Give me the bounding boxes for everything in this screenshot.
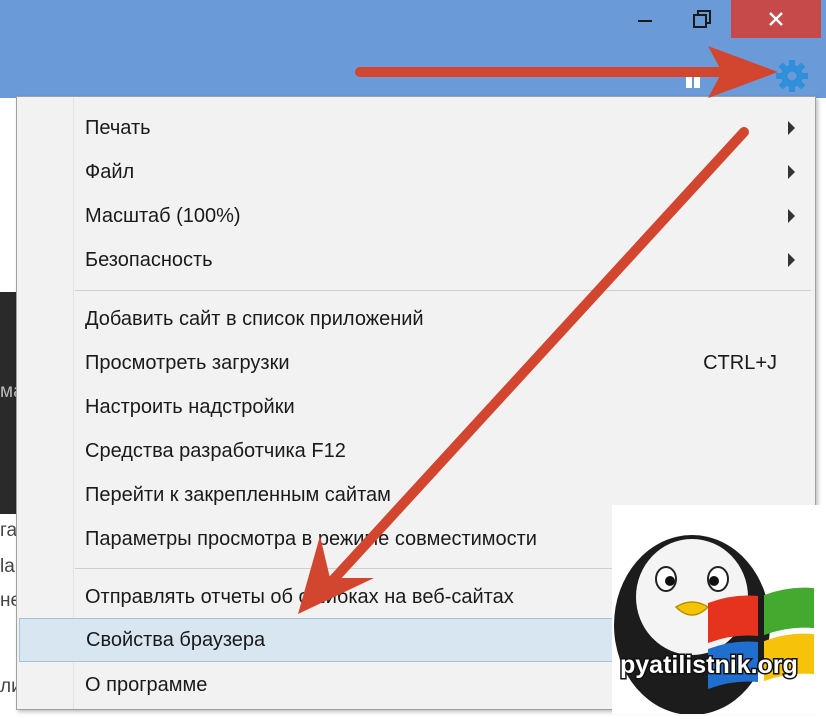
menu-item-shortcut: CTRL+J [703, 351, 777, 374]
menu-item-view-downloads[interactable]: Просмотреть загрузки CTRL+J [19, 341, 813, 385]
minimize-icon [638, 20, 652, 22]
menu-item-manage-addons[interactable]: Настроить надстройки [19, 385, 813, 429]
menu-item-label: Настроить надстройки [85, 395, 295, 418]
menu-item-label: Перейти к закрепленным сайтам [85, 483, 391, 506]
menu-separator [75, 290, 811, 291]
minimize-button[interactable] [622, 0, 668, 38]
menu-item-developer-tools[interactable]: Средства разработчика F12 [19, 429, 813, 473]
menu-item-add-site-to-apps[interactable]: Добавить сайт в список приложений [19, 297, 813, 341]
menu-item-label: Параметры просмотра в режиме совместимос… [85, 527, 537, 550]
menu-item-label: Безопасность [85, 248, 213, 271]
close-icon [769, 12, 783, 26]
menu-item-label: Масштаб (100%) [85, 204, 241, 227]
menu-item-label: Файл [85, 160, 135, 183]
restore-icon [693, 10, 711, 28]
gear-icon[interactable] [776, 60, 808, 92]
submenu-arrow-icon [788, 165, 795, 179]
restore-button[interactable] [676, 0, 728, 38]
submenu-arrow-icon [788, 121, 795, 135]
submenu-arrow-icon [788, 253, 795, 267]
close-button[interactable] [731, 0, 821, 38]
menu-item-print[interactable]: Печать [19, 106, 813, 150]
background-text: ли [0, 676, 16, 697]
submenu-arrow-icon [788, 209, 795, 223]
background-dark-panel [0, 292, 16, 514]
menu-item-label: Средства разработчика F12 [85, 439, 346, 462]
watermark-text: pyatilistnik.org [620, 651, 798, 679]
menu-item-label: Печать [85, 116, 151, 139]
watermark-logo: pyatilistnik.org [612, 505, 822, 715]
background-text: la [0, 556, 15, 577]
menu-item-safety[interactable]: Безопасность [19, 238, 813, 282]
background-text: га [0, 520, 16, 541]
background-text: не [0, 590, 16, 611]
menu-item-label: Свойства браузера [86, 628, 266, 651]
menu-item-label: Добавить сайт в список приложений [85, 307, 424, 330]
favorites-icon[interactable] [686, 70, 700, 88]
menu-item-zoom[interactable]: Масштаб (100%) [19, 194, 813, 238]
menu-item-label: Отправлять отчеты об ошибках на веб-сайт… [85, 585, 514, 608]
toolbar-icons [686, 60, 808, 92]
penguin-logo-icon: pyatilistnik.org [614, 535, 814, 715]
menu-item-label: Просмотреть загрузки [85, 351, 290, 374]
menu-item-label: О программе [85, 673, 208, 696]
menu-item-file[interactable]: Файл [19, 150, 813, 194]
background-text: ма [0, 381, 16, 402]
